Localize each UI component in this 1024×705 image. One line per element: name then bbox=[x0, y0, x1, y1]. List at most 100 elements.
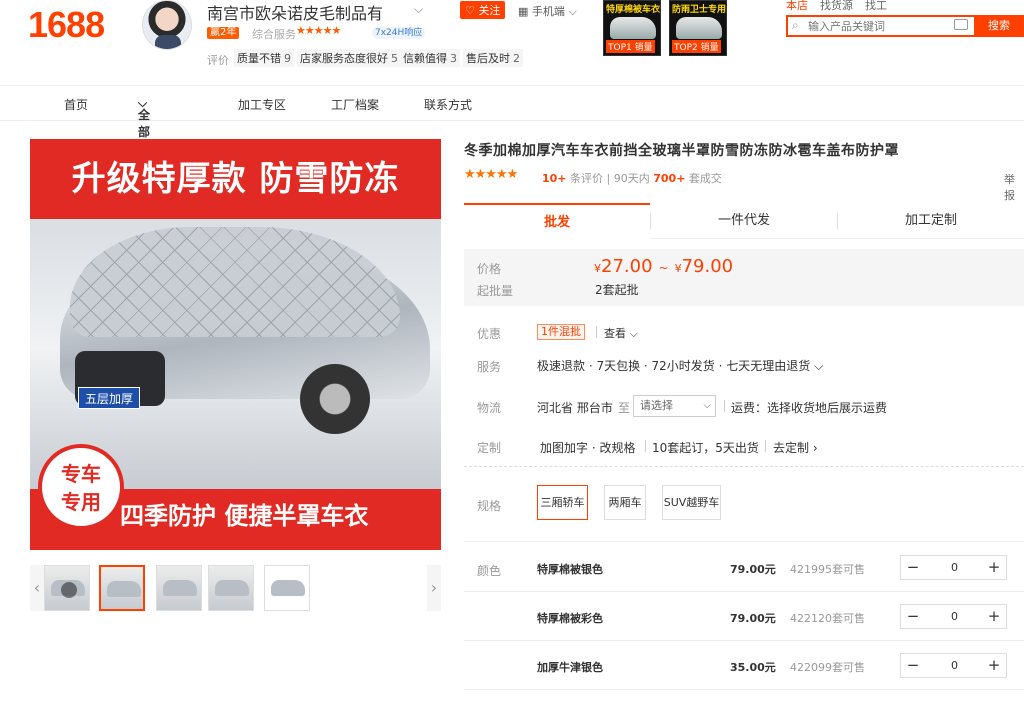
service-terms[interactable]: 极速退款 · 7天包换 · 72小时发货 · 七天无理由退货 ⌵ bbox=[537, 357, 823, 374]
report-link[interactable]: 举报 bbox=[1004, 171, 1024, 203]
moq-label: 起批量 bbox=[477, 284, 514, 298]
spec-option-suv[interactable]: SUV越野车 bbox=[662, 485, 721, 520]
custom-label: 定制 bbox=[477, 441, 502, 455]
eval-tag[interactable]: 售后及时 2 bbox=[463, 49, 523, 67]
top-seller-card-1[interactable]: 特厚棉被车衣 TOP1 销量 bbox=[603, 0, 661, 56]
mixed-batch-tag: 1件混批 bbox=[537, 324, 585, 340]
tab-dropship[interactable]: 一件代发 bbox=[651, 203, 837, 239]
quantity-input[interactable]: 0 bbox=[925, 605, 984, 628]
ship-origin: 河北省 邢台市 bbox=[537, 401, 613, 415]
offers-label: 优惠 bbox=[477, 327, 502, 341]
spec-label: 规格 bbox=[477, 499, 502, 513]
shop-years-badge: 赢2年 bbox=[207, 27, 240, 39]
quantity-input[interactable]: 0 bbox=[925, 654, 984, 677]
tab-this-shop[interactable]: 本店 bbox=[786, 0, 808, 12]
tab-find-factory[interactable]: 找工 bbox=[865, 0, 887, 12]
minus-icon[interactable]: − bbox=[901, 605, 925, 628]
sku-stock: 422099套可售 bbox=[790, 661, 865, 674]
sku-name: 特厚棉被彩色 bbox=[537, 612, 603, 625]
ship-to-label: 至 bbox=[618, 401, 631, 415]
tab-wholesale[interactable]: 批发 bbox=[464, 203, 650, 239]
quantity-stepper: − 0 + bbox=[900, 604, 1007, 629]
quantity-stepper: − 0 + bbox=[900, 555, 1007, 580]
sku-row: 特厚棉被银色 79.00元 421995套可售 − 0 + bbox=[464, 543, 1024, 592]
play-icon bbox=[61, 582, 77, 598]
tab-custom[interactable]: 加工定制 bbox=[838, 203, 1024, 239]
nav-all-products[interactable]: 全部商品 ⌵ bbox=[138, 96, 150, 173]
eval-tag[interactable]: 信赖值得 3 bbox=[400, 49, 460, 67]
go-custom-link[interactable]: 去定制 › bbox=[773, 439, 818, 456]
car-thumbnail bbox=[676, 17, 722, 39]
main-product-image[interactable]: 升级特厚款 防雪防冻 五层加厚 四季防护 便捷半罩车衣 专车 专用 bbox=[30, 139, 441, 550]
rating-stars: ★★★★★ bbox=[464, 167, 518, 182]
product-title: 冬季加棉加厚汽车车衣前挡全玻璃半罩防雪防冻防冰雹车盖布防护罩 bbox=[464, 143, 899, 159]
top-seller-card-2[interactable]: 防雨卫士专用车衣 TOP2 销量 bbox=[669, 0, 727, 56]
search-box: ⌕ bbox=[786, 15, 974, 37]
spec-option-sedan[interactable]: 三厢轿车 bbox=[537, 485, 588, 520]
logistics-label: 物流 bbox=[477, 401, 502, 415]
nav-factory[interactable]: 工厂档案 bbox=[331, 96, 379, 113]
service-stars: ★★★★★ bbox=[296, 24, 341, 37]
thumbnail[interactable] bbox=[264, 565, 310, 611]
car-wheel bbox=[300, 364, 370, 434]
search-input[interactable] bbox=[808, 18, 948, 34]
sku-price: 79.00元 bbox=[730, 563, 776, 576]
thumbnail-strip: ‹ › bbox=[30, 565, 441, 611]
car-thumbnail bbox=[610, 17, 656, 39]
plus-icon[interactable]: + bbox=[982, 605, 1006, 628]
plate-label: 五层加厚 bbox=[78, 387, 140, 409]
search-button[interactable]: 搜索 bbox=[974, 15, 1024, 37]
search-icon: ⌕ bbox=[792, 18, 799, 32]
moq-value: 2套起批 bbox=[595, 283, 639, 297]
eval-tag[interactable]: 店家服务态度很好 5 bbox=[297, 49, 401, 67]
nav-contact[interactable]: 联系方式 bbox=[424, 96, 472, 113]
eval-tag[interactable]: 质量不错 9 bbox=[234, 49, 294, 67]
sku-price: 79.00元 bbox=[730, 612, 776, 625]
quantity-stepper: − 0 + bbox=[900, 653, 1007, 678]
freight-info: 运费：选择收货地后展示运费 bbox=[731, 401, 888, 415]
price-label: 价格 bbox=[477, 262, 502, 276]
mobile-link[interactable]: ▦ 手机端 ⌵ bbox=[518, 3, 577, 19]
image-slogan: 四季防护 便捷半罩车衣 bbox=[120, 502, 369, 530]
destination-select[interactable]: 请选择 ⌵ bbox=[633, 395, 716, 417]
chevron-down-icon: ⌵ bbox=[703, 400, 711, 411]
sku-stock: 422120套可售 bbox=[790, 612, 865, 625]
sku-row: 加厚牛津银色 35.00元 422099套可售 − 0 + bbox=[464, 641, 1024, 690]
price-range: ¥27.00 ~ ¥79.00 bbox=[594, 256, 734, 277]
thumbnail[interactable] bbox=[99, 565, 145, 611]
service-score-label: 综合服务 bbox=[252, 28, 296, 41]
price-box: 价格 ¥27.00 ~ ¥79.00 起批量 2套起批 bbox=[464, 249, 1024, 306]
custom-terms: 10套起订，5天出货 bbox=[652, 441, 759, 455]
rating-summary[interactable]: 10+ 条评价 | 90天内 700+ 套成交 bbox=[542, 170, 722, 186]
plus-icon[interactable]: + bbox=[982, 654, 1006, 677]
camera-icon[interactable] bbox=[954, 19, 968, 30]
minus-icon[interactable]: − bbox=[901, 556, 925, 579]
plus-icon[interactable]: + bbox=[982, 556, 1006, 579]
thumbnail[interactable] bbox=[208, 565, 254, 611]
quantity-input[interactable]: 0 bbox=[925, 556, 984, 579]
follow-button[interactable]: ♡ 关注 bbox=[460, 1, 506, 19]
thumbnail-video[interactable] bbox=[44, 565, 90, 611]
minus-icon[interactable]: − bbox=[901, 654, 925, 677]
site-logo[interactable]: 1688 bbox=[28, 4, 105, 46]
tab-find-source[interactable]: 找货源 bbox=[820, 0, 853, 12]
sku-stock: 421995套可售 bbox=[790, 563, 865, 576]
shop-name[interactable]: 南宫市欧朵诺皮毛制品有 bbox=[207, 0, 383, 24]
sku-name: 加厚牛津银色 bbox=[537, 661, 603, 674]
chevron-down-icon[interactable]: ⌵ bbox=[414, 2, 423, 17]
nav-home[interactable]: 首页 bbox=[64, 96, 88, 113]
sku-row: 特厚棉被彩色 79.00元 422120套可售 − 0 + bbox=[464, 592, 1024, 641]
chevron-left-icon[interactable]: ‹ bbox=[30, 565, 44, 611]
shop-avatar[interactable] bbox=[142, 0, 192, 50]
thumbnail[interactable] bbox=[156, 565, 202, 611]
eval-label: 评价 bbox=[207, 54, 229, 67]
special-use-badge: 专车 专用 bbox=[38, 444, 124, 530]
nav-processing[interactable]: 加工专区 bbox=[238, 96, 286, 113]
qr-icon: ▦ bbox=[518, 5, 529, 18]
purchase-tabs: 批发 一件代发 加工定制 bbox=[464, 203, 1024, 239]
spec-option-hatchback[interactable]: 两厢车 bbox=[604, 485, 646, 520]
custom-options: 加图加字 · 改规格 bbox=[540, 441, 636, 455]
chevron-right-icon[interactable]: › bbox=[427, 565, 441, 611]
view-offers-link[interactable]: 查看 ⌵ bbox=[604, 325, 638, 341]
response-badge: 7x24H响应 bbox=[372, 27, 426, 39]
